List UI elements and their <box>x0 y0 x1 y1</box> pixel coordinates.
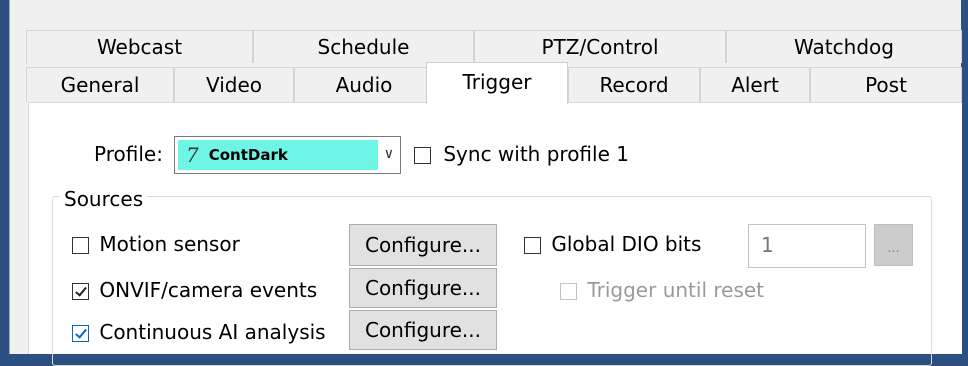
profile-value: ContDark <box>208 146 288 164</box>
configure-motion-button[interactable]: Configure... <box>349 224 497 266</box>
tab-label: Alert <box>731 73 779 97</box>
tab-label: Schedule <box>317 35 410 59</box>
dio-bits-input[interactable]: 1 <box>748 224 866 268</box>
tab-label: Video <box>205 73 263 97</box>
checkbox-box[interactable] <box>72 325 89 342</box>
onvif-events-checkbox[interactable]: ONVIF/camera events <box>72 278 317 302</box>
checkbox-box[interactable] <box>524 237 541 254</box>
tab-audio[interactable]: Audio <box>294 67 434 102</box>
tab-label: Watchdog <box>794 35 894 59</box>
tab-label: Audio <box>335 73 393 97</box>
checkbox-box[interactable] <box>414 147 431 164</box>
continuous-ai-label: Continuous AI analysis <box>99 320 326 344</box>
sync-profile-checkbox[interactable]: Sync with profile 1 <box>414 142 629 166</box>
tab-label: Record <box>599 73 669 97</box>
global-dio-checkbox[interactable]: Global DIO bits <box>524 232 701 256</box>
continuous-ai-checkbox[interactable]: Continuous AI analysis <box>72 320 326 344</box>
tab-schedule[interactable]: Schedule <box>253 30 474 63</box>
tab-label: PTZ/Control <box>541 35 659 59</box>
sources-group-title: Sources <box>60 187 148 211</box>
trigger-until-reset-checkbox[interactable]: Trigger until reset <box>560 278 764 302</box>
motion-sensor-label: Motion sensor <box>99 232 240 256</box>
tab-label: Post <box>865 73 907 97</box>
tab-watchdog[interactable]: Watchdog <box>726 30 962 63</box>
profile-dropdown[interactable]: 7 ContDark ∨ <box>174 136 401 174</box>
checkbox-box[interactable] <box>72 283 89 300</box>
global-dio-label: Global DIO bits <box>551 232 702 256</box>
checkbox-box[interactable] <box>72 237 89 254</box>
tab-ptz-control[interactable]: PTZ/Control <box>474 30 726 63</box>
tab-record[interactable]: Record <box>568 67 700 102</box>
trigger-until-reset-label: Trigger until reset <box>587 278 765 302</box>
tab-webcast[interactable]: Webcast <box>26 30 253 63</box>
configure-onvif-button[interactable]: Configure... <box>349 268 497 308</box>
tab-alert[interactable]: Alert <box>700 67 810 102</box>
tab-label: General <box>60 73 140 97</box>
profile-label: Profile: <box>94 142 163 166</box>
profile-selected-value: 7 ContDark <box>178 140 378 170</box>
onvif-events-label: ONVIF/camera events <box>99 278 318 302</box>
sync-profile-label: Sync with profile 1 <box>443 142 629 166</box>
profile-icon: 7 <box>186 143 199 167</box>
tab-trigger[interactable]: Trigger <box>426 62 568 104</box>
tab-post[interactable]: Post <box>810 67 962 102</box>
tab-label: Webcast <box>96 35 183 59</box>
chevron-down-icon[interactable]: ∨ <box>384 146 394 162</box>
checkbox-box[interactable] <box>560 283 577 300</box>
tab-video[interactable]: Video <box>174 67 294 102</box>
tab-label: Trigger <box>462 70 532 94</box>
dio-browse-button[interactable]: ... <box>874 224 913 266</box>
configure-continuous-button[interactable]: Configure... <box>349 310 497 350</box>
motion-sensor-checkbox[interactable]: Motion sensor <box>72 232 240 256</box>
tab-general[interactable]: General <box>26 67 174 102</box>
